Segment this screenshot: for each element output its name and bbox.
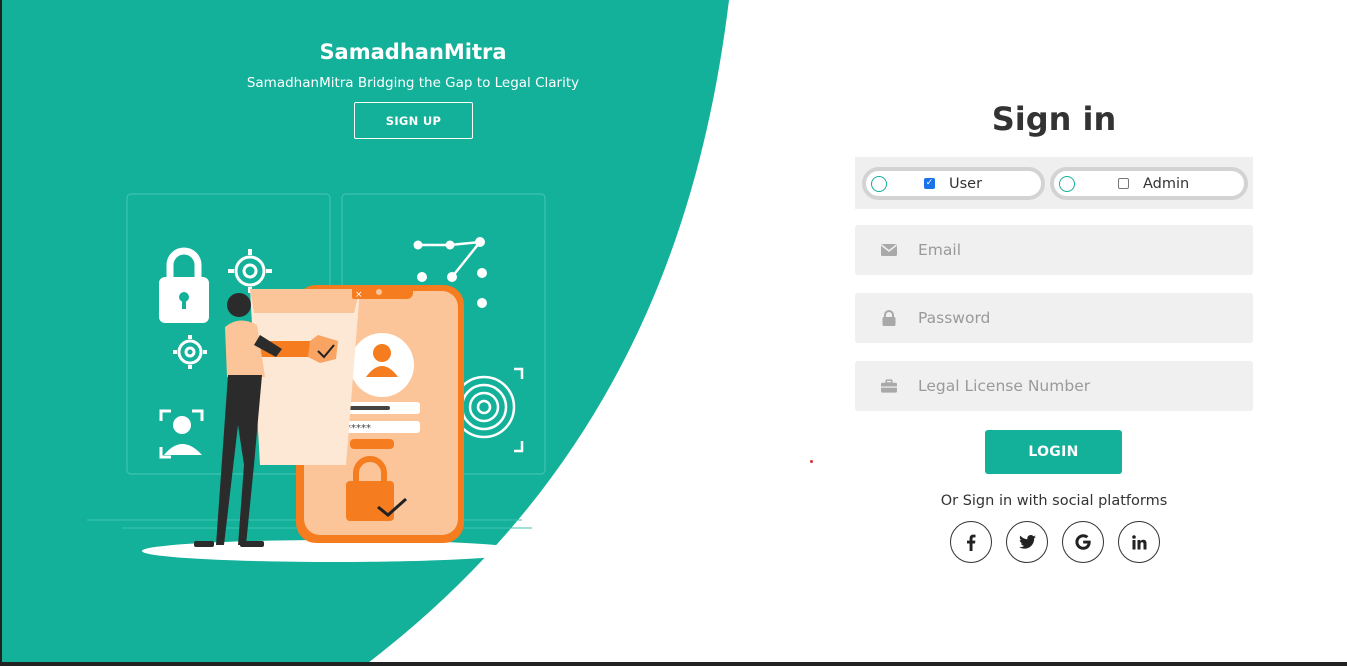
- role-option-admin[interactable]: Admin: [1050, 167, 1248, 200]
- license-field[interactable]: [855, 361, 1253, 411]
- google-icon: [1075, 534, 1091, 550]
- google-button[interactable]: [1062, 521, 1104, 563]
- sign-in-title: Sign in: [991, 100, 1117, 138]
- role-selector: ✓ User Admin: [855, 157, 1253, 209]
- login-button[interactable]: LOGIN: [985, 430, 1122, 474]
- security-illustration: ***** ×: [87, 193, 546, 562]
- document-graphic: ×: [250, 287, 364, 465]
- brand-title: SamadhanMitra: [319, 40, 507, 64]
- radio-admin[interactable]: [1059, 175, 1075, 192]
- sign-up-button[interactable]: SIGN UP: [354, 102, 473, 139]
- password-field[interactable]: [855, 293, 1253, 343]
- license-input[interactable]: [918, 377, 1238, 395]
- role-label-user: User: [949, 175, 983, 192]
- facebook-icon: [967, 534, 976, 551]
- lock-icon: [881, 310, 897, 326]
- envelope-icon: [881, 242, 897, 258]
- page-frame: SamadhanMitra SamadhanMitra Bridging the…: [0, 0, 1347, 666]
- svg-text:×: ×: [355, 290, 363, 300]
- email-field[interactable]: [855, 225, 1253, 275]
- facebook-button[interactable]: [950, 521, 992, 563]
- twitter-button[interactable]: [1006, 521, 1048, 563]
- padlock-icon: [159, 247, 209, 323]
- svg-text:*****: *****: [346, 423, 371, 434]
- linkedin-button[interactable]: [1118, 521, 1160, 563]
- password-input[interactable]: [918, 309, 1238, 327]
- role-label-admin: Admin: [1143, 175, 1190, 192]
- brand-panel: SamadhanMitra SamadhanMitra Bridging the…: [2, 0, 827, 200]
- social-buttons: [950, 521, 1160, 563]
- radio-user[interactable]: [871, 175, 887, 192]
- briefcase-icon: [881, 378, 897, 394]
- social-prompt: Or Sign in with social platforms: [940, 493, 1168, 509]
- stray-dot: [810, 460, 813, 463]
- checkbox-admin[interactable]: [1118, 178, 1129, 189]
- linkedin-icon: [1131, 534, 1146, 549]
- brand-subtitle: SamadhanMitra Bridging the Gap to Legal …: [246, 75, 580, 91]
- twitter-icon: [1018, 535, 1036, 549]
- checkbox-user[interactable]: ✓: [924, 178, 935, 189]
- email-input[interactable]: [918, 241, 1238, 259]
- role-option-user[interactable]: ✓ User: [862, 167, 1045, 200]
